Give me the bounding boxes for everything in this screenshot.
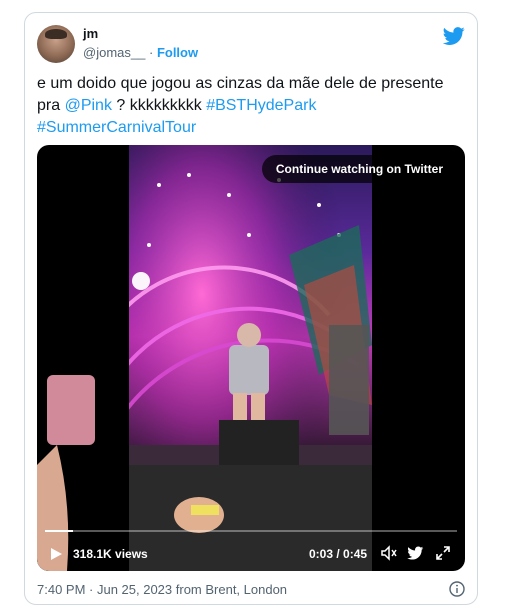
video-frame <box>129 145 372 571</box>
tweet-text: e um doido que jogou as cinzas da mãe de… <box>37 73 467 139</box>
continue-watching-button[interactable]: Continue watching on Twitter <box>261 155 457 183</box>
video-progress-bar[interactable] <box>45 530 457 532</box>
mention-link[interactable]: @Pink <box>65 97 112 114</box>
video-progress-fill <box>45 530 73 532</box>
author-name[interactable]: jm <box>83 26 98 41</box>
twitter-bird-icon[interactable] <box>443 25 465 47</box>
video-time: 0:03 / 0:45 <box>309 547 368 561</box>
author-handle[interactable]: @jomas__ <box>83 45 145 60</box>
follow-button[interactable]: Follow <box>157 45 198 60</box>
twitter-bird-icon[interactable] <box>407 545 424 561</box>
hashtag-link[interactable]: #BSTHydePark <box>206 97 316 114</box>
tweet-timestamp[interactable]: 7:40 PM · Jun 25, 2023 from Brent, Londo… <box>37 582 287 597</box>
hashtag-link[interactable]: #SummerCarnivalTour <box>37 119 196 136</box>
play-icon[interactable] <box>49 547 63 561</box>
phone-in-hand <box>37 345 107 571</box>
fullscreen-icon[interactable] <box>435 545 451 561</box>
author-handle-row: @jomas__ · Follow <box>83 45 198 60</box>
tweet-text-part-2: ? kkkkkkkkk <box>111 97 207 114</box>
tweet-card[interactable]: jm @jomas__ · Follow e um doido que jogo… <box>24 12 478 605</box>
view-count: 318.1K views <box>73 547 148 561</box>
volume-icon[interactable] <box>381 545 397 561</box>
author-avatar[interactable] <box>37 25 75 63</box>
video-player[interactable]: Continue watching on Twitter 318.1K view… <box>37 145 465 571</box>
concert-scene <box>129 145 372 571</box>
separator-dot: · <box>148 45 154 60</box>
info-icon[interactable] <box>449 581 465 597</box>
